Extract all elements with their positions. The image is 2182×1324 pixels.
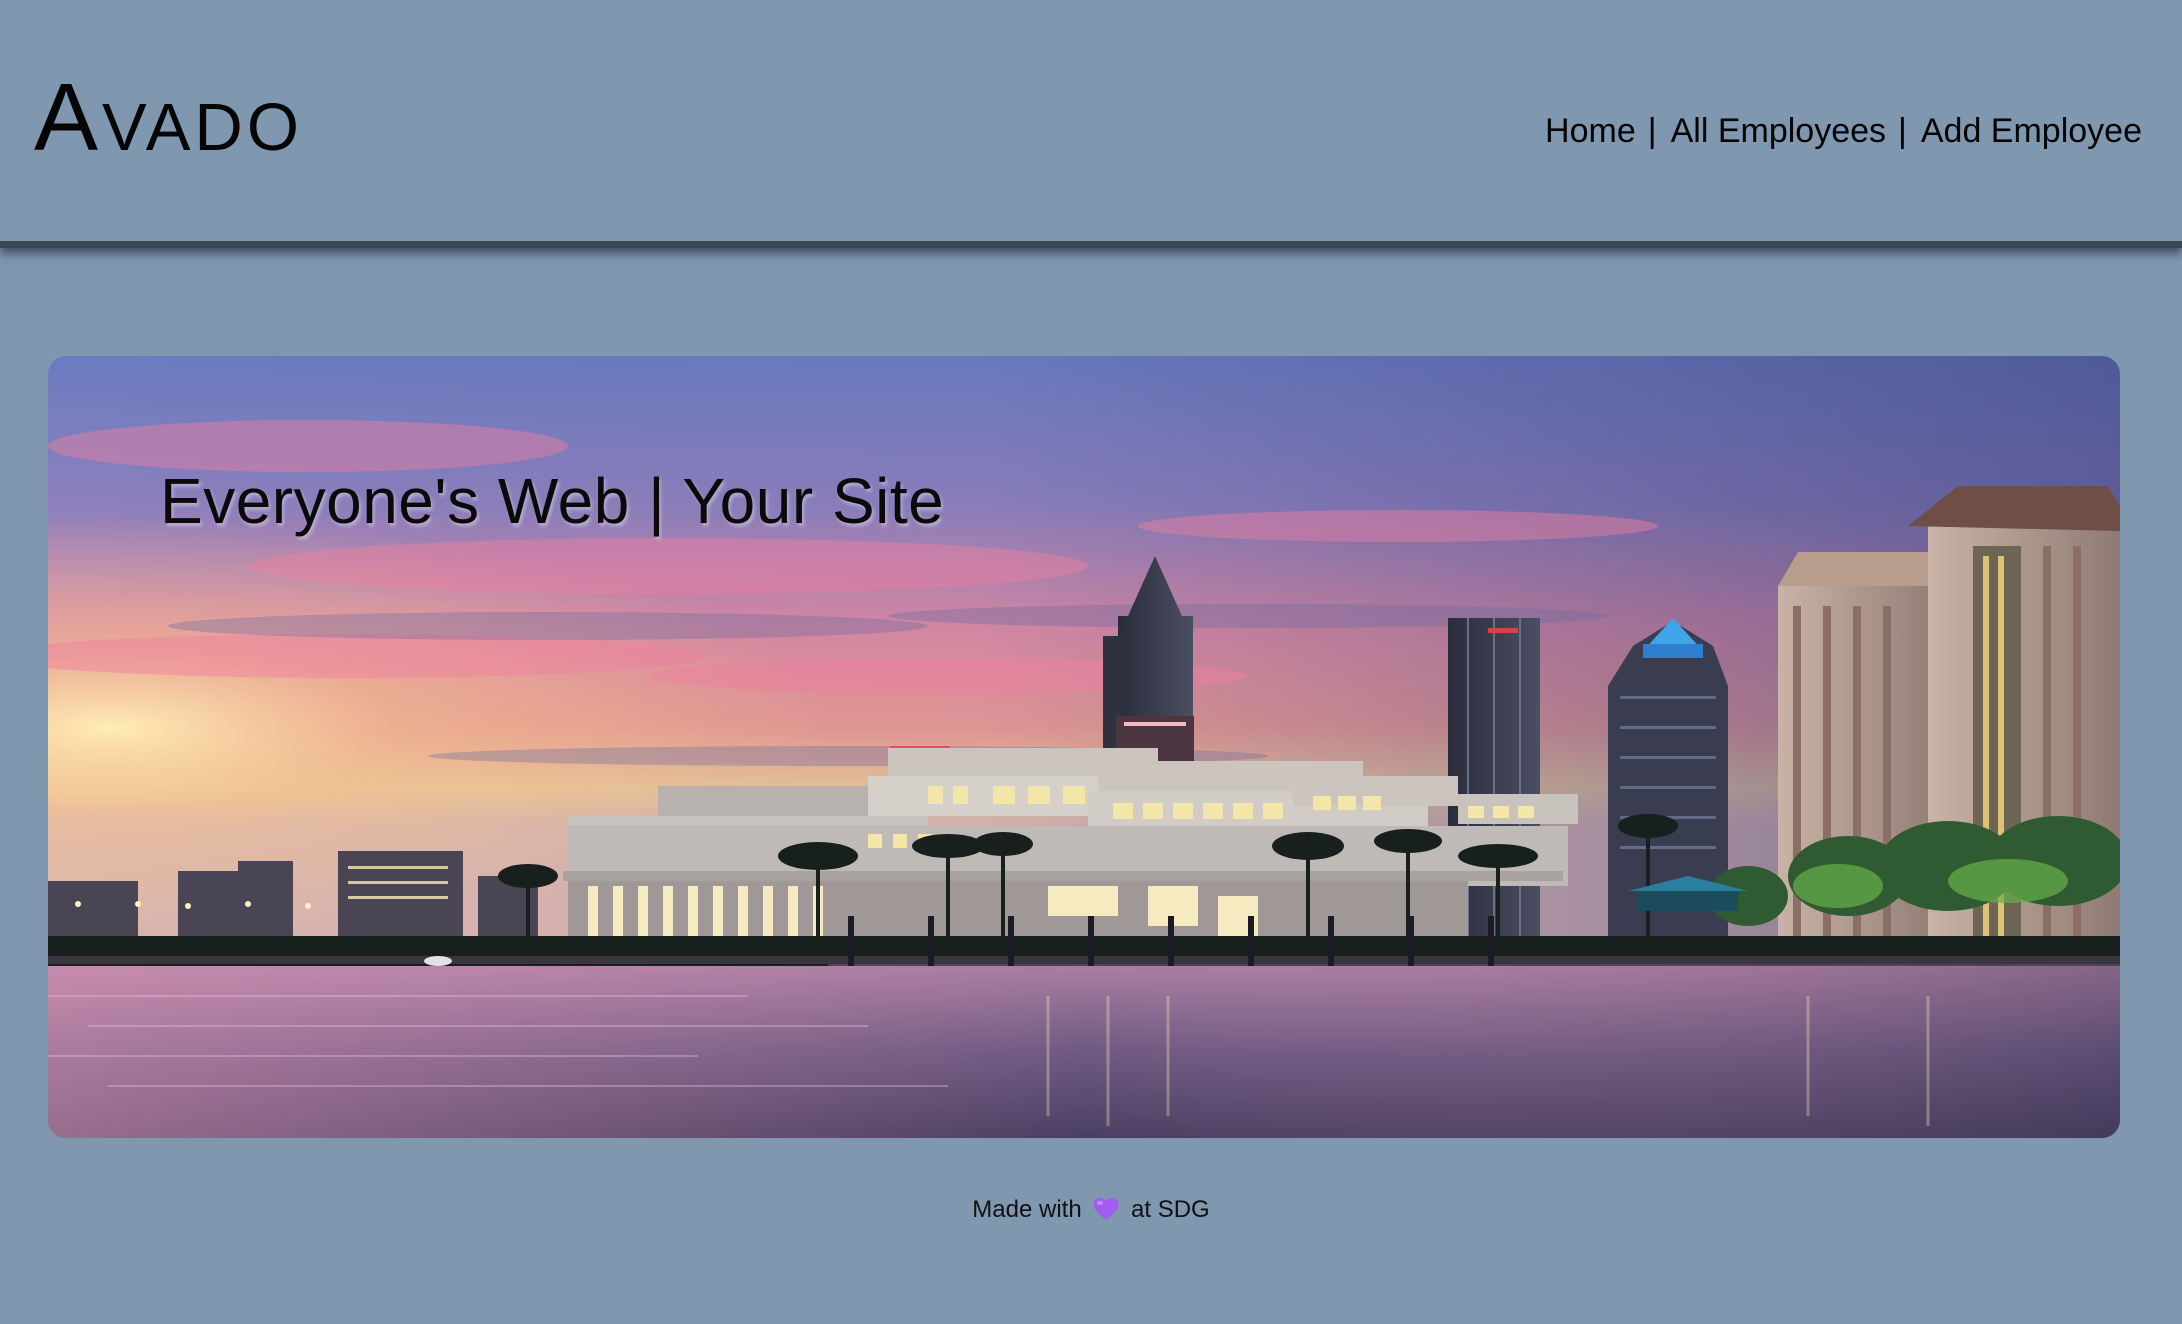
nav-link-add-employee[interactable]: Add Employee (1921, 112, 2142, 151)
site-logo[interactable]: Avado (34, 70, 303, 166)
nav-separator: | (1898, 112, 1907, 150)
site-footer: Made with at SDG (0, 1196, 2182, 1224)
purple-heart-icon (1092, 1196, 1120, 1222)
footer-at-sdg: at SDG (1131, 1196, 1210, 1223)
site-header: Avado Home | All Employees | Add Employe… (0, 0, 2182, 248)
footer-made-with: Made with (972, 1196, 1082, 1223)
nav-link-all-employees[interactable]: All Employees (1671, 112, 1886, 151)
nav-separator: | (1647, 112, 1657, 150)
hero-banner: Everyone's Web | Your Site (48, 356, 2120, 1138)
nav-link-home[interactable]: Home (1545, 112, 1636, 151)
main-nav: Home | All Employees | Add Employee (1545, 112, 2142, 151)
hero-tagline: Everyone's Web | Your Site (160, 465, 945, 537)
